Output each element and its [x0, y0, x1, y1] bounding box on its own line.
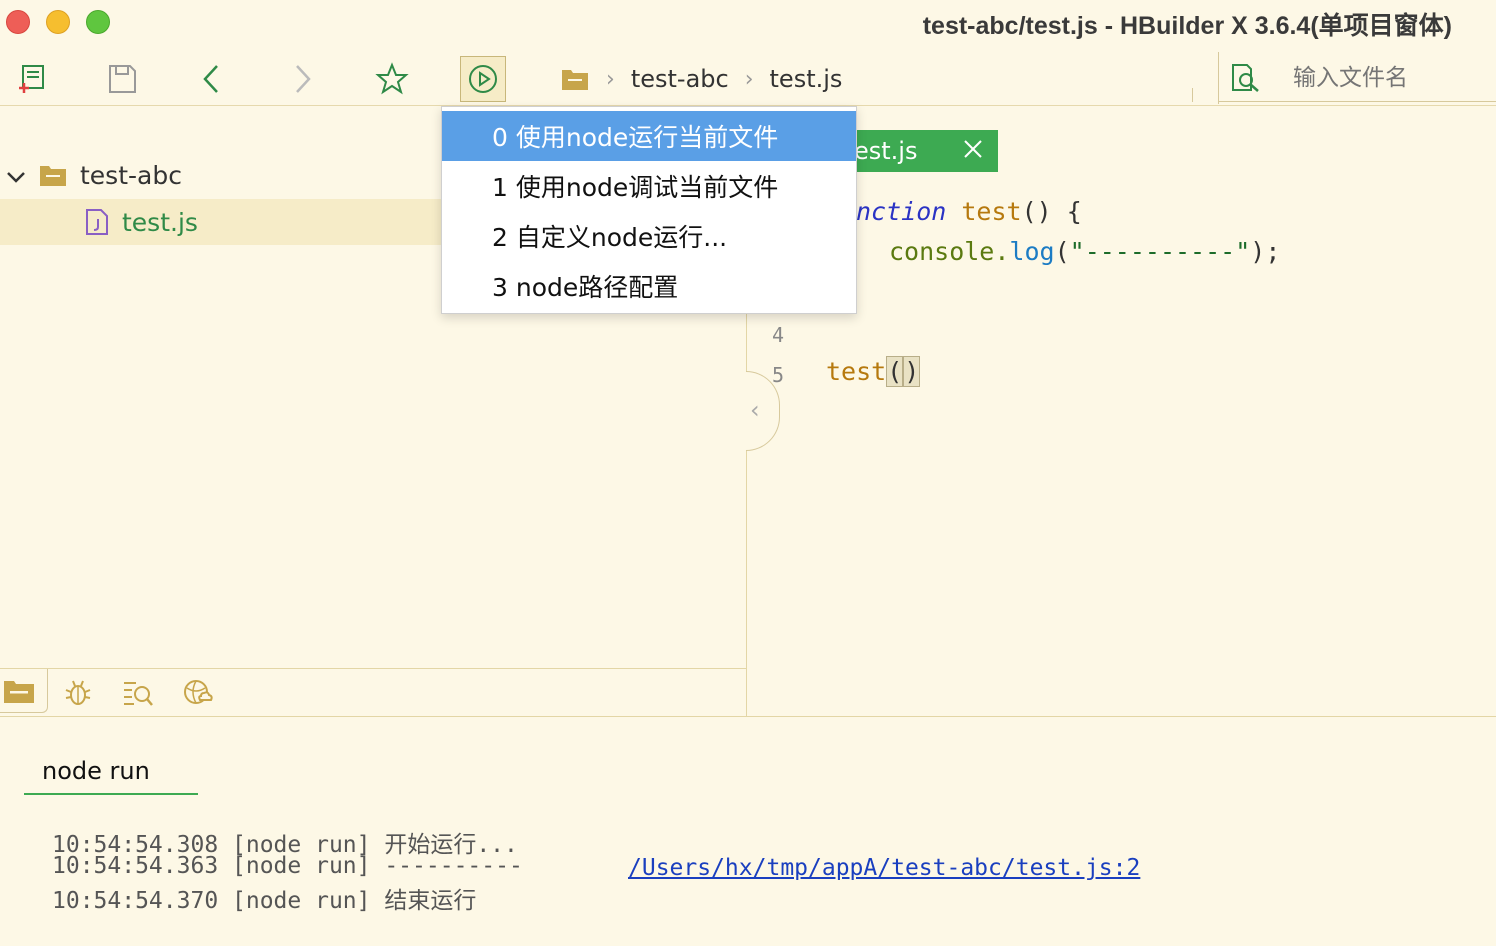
line-number: 5: [772, 363, 785, 387]
breadcrumb-item-file[interactable]: test.js: [770, 65, 843, 93]
object-name: console: [889, 237, 995, 266]
save-button[interactable]: [99, 56, 145, 102]
bracket-highlight: (: [886, 356, 904, 387]
close-icon[interactable]: [962, 138, 984, 166]
tab-cloud[interactable]: [180, 675, 216, 711]
console-line: 10:54:54.363 [node run] ----------: [52, 853, 523, 879]
breadcrumb-item-project[interactable]: test-abc: [631, 65, 729, 93]
line-number: 4: [772, 323, 785, 347]
code-line-1: nction test() {: [856, 197, 1082, 226]
search-file-icon: [1232, 64, 1259, 92]
tab-search[interactable]: [120, 675, 156, 711]
back-icon: [203, 65, 218, 93]
divider: [1218, 101, 1496, 102]
tree-item-label: test-abc: [80, 160, 182, 190]
tab-project-explorer[interactable]: [0, 669, 48, 713]
tree-item-label: test.js: [122, 207, 198, 237]
favorite-star-icon: [375, 62, 409, 95]
title-bar: test-abc/test.js - HBuilder X 3.6.4(单项目窗…: [0, 0, 1496, 44]
tab-debug[interactable]: [60, 675, 96, 711]
run-button[interactable]: [460, 56, 506, 102]
search-list-icon: [124, 682, 153, 706]
punctuation: .: [994, 237, 1010, 266]
window-title: test-abc/test.js - HBuilder X 3.6.4(单项目窗…: [922, 12, 1452, 40]
code-line-2: console.log("----------");: [889, 237, 1280, 266]
tab-test-js[interactable]: est.js: [848, 130, 998, 172]
folder-icon: [4, 681, 34, 703]
string-literal: "----------": [1069, 237, 1251, 266]
chevron-left-icon: ‹: [750, 396, 760, 424]
punctuation: (: [1054, 237, 1070, 266]
file-search-box[interactable]: [1218, 52, 1496, 104]
minimize-window-button[interactable]: [46, 10, 70, 34]
new-file-button[interactable]: [9, 56, 55, 102]
save-icon: [109, 65, 136, 93]
menu-item-custom-run[interactable]: 2 自定义node运行...: [442, 211, 856, 261]
console-panel: node run 10:54:54.308 [node run] 开始运行...…: [0, 717, 1496, 946]
maximize-window-button[interactable]: [86, 10, 110, 34]
function-name: test: [961, 197, 1022, 226]
console-line: 10:54:54.370 [node run] 结束运行: [52, 888, 477, 914]
bug-icon: [65, 680, 91, 705]
run-menu: 0 使用node运行当前文件 1 使用node调试当前文件 2 自定义node运…: [441, 106, 857, 314]
code-editor[interactable]: est.js nction test() { console.log("----…: [746, 107, 1496, 717]
method-name: log: [1009, 237, 1055, 266]
chevron-right-icon: ›: [744, 66, 754, 92]
keyword: nction: [856, 197, 947, 226]
search-input[interactable]: [1293, 65, 1493, 91]
punctuation: );: [1250, 237, 1281, 266]
forward-icon: [296, 65, 311, 93]
tab-label: est.js: [854, 137, 918, 165]
bracket-highlight: ): [903, 356, 921, 387]
back-button[interactable]: [189, 56, 235, 102]
function-name: test: [826, 357, 887, 386]
forward-button[interactable]: [279, 56, 325, 102]
breadcrumb: › test-abc › test.js: [560, 52, 842, 106]
folder-icon: [562, 70, 588, 90]
menu-item-debug-node[interactable]: 1 使用node调试当前文件: [442, 161, 856, 211]
divider: [1192, 88, 1193, 102]
new-file-icon: [19, 65, 44, 93]
tab-node-run[interactable]: node run: [24, 757, 198, 795]
menu-item-node-path[interactable]: 3 node路径配置: [442, 261, 856, 311]
folder-icon: [40, 166, 66, 186]
side-panel-tabs: [0, 668, 747, 716]
punctuation: () {: [1021, 197, 1082, 226]
chevron-right-icon: ›: [606, 66, 615, 92]
menu-item-run-node[interactable]: 0 使用node运行当前文件: [442, 111, 856, 161]
cloud-globe-icon: [184, 680, 213, 704]
favorite-button[interactable]: [369, 56, 415, 102]
source-link[interactable]: /Users/hx/tmp/appA/test-abc/test.js:2: [628, 855, 1140, 881]
js-file-icon: [86, 209, 108, 235]
code-line-5: test(): [826, 356, 921, 387]
close-window-button[interactable]: [6, 10, 30, 34]
chevron-down-icon[interactable]: [6, 161, 30, 190]
run-icon: [469, 65, 497, 93]
